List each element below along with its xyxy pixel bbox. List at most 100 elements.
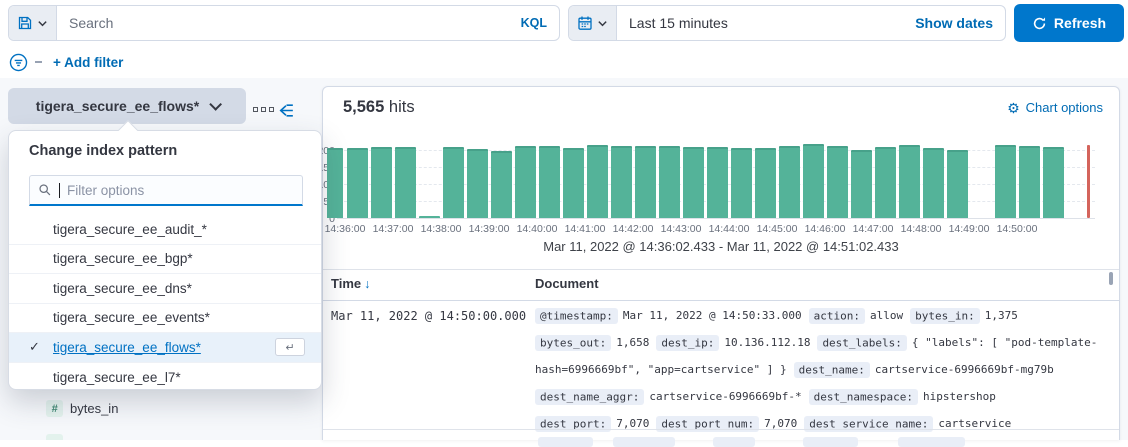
kql-badge[interactable]: KQL xyxy=(509,6,559,40)
histogram-bar[interactable] xyxy=(731,148,752,218)
field-value: hipstershop xyxy=(923,390,996,403)
field-value: 10.136.112.18 xyxy=(724,336,810,349)
histogram-bar[interactable] xyxy=(851,150,872,218)
index-pattern-popover: Change index pattern Filter options tige… xyxy=(8,130,322,390)
histogram-bar[interactable] xyxy=(443,147,464,218)
x-axis-label: 14:44:00 xyxy=(703,223,755,235)
x-axis-label: 14:36:00 xyxy=(319,223,371,235)
histogram-bar[interactable] xyxy=(755,148,776,218)
histogram-bar[interactable] xyxy=(875,147,896,218)
search-input[interactable]: Search xyxy=(57,6,509,40)
chevron-down-icon xyxy=(209,98,222,111)
histogram-bar[interactable] xyxy=(995,145,1016,218)
hits-label: hits xyxy=(389,98,415,116)
histogram-bar[interactable] xyxy=(491,151,512,218)
index-pattern-selector[interactable]: tigera_secure_ee_flows* xyxy=(8,88,246,124)
field-name-badge: dest_ip: xyxy=(656,335,719,351)
column-header-document: Document xyxy=(535,276,599,291)
index-pattern-option-label: tigera_secure_ee_dns* xyxy=(53,281,192,296)
index-pattern-option-label: tigera_secure_ee_l7* xyxy=(53,370,181,385)
column-header-time[interactable]: Time↓ xyxy=(331,276,370,291)
show-dates-link[interactable]: Show dates xyxy=(903,6,1005,40)
histogram-bar[interactable] xyxy=(827,146,848,218)
histogram-bar[interactable] xyxy=(779,146,800,218)
field-name-badge xyxy=(803,437,858,447)
histogram-bar[interactable] xyxy=(1019,146,1040,218)
chevron-down-icon xyxy=(597,18,608,29)
chart-options-label: Chart options xyxy=(1026,100,1103,115)
histogram-bar[interactable] xyxy=(419,216,440,218)
row-time-cell: Mar 11, 2022 @ 14:50:00.000 xyxy=(331,309,526,323)
index-pattern-filter-input[interactable]: Filter options xyxy=(29,175,303,206)
field-name-badge: @timestamp: xyxy=(535,308,618,324)
time-range-value[interactable]: Last 15 minutes xyxy=(617,6,903,40)
collapse-sidebar-icon[interactable] xyxy=(277,101,296,120)
document-line: dest_name_aggr:cartservice-6996669bf-*de… xyxy=(535,390,1003,403)
histogram-bar[interactable] xyxy=(683,147,704,218)
x-axis-label: 14:37:00 xyxy=(367,223,419,235)
field-value: { "labels": [ "pod-template- xyxy=(912,336,1097,349)
field-name-badge: dest_name: xyxy=(794,362,870,378)
hits-value: 5,565 xyxy=(343,98,384,116)
field-name-badge: dest_labels: xyxy=(817,335,906,351)
histogram-bar[interactable] xyxy=(467,149,488,218)
histogram-bar[interactable] xyxy=(539,146,560,218)
histogram-bar[interactable] xyxy=(371,147,392,218)
x-axis-label: 14:40:00 xyxy=(511,223,563,235)
histogram-bar[interactable] xyxy=(347,148,368,218)
field-value: 1,658 xyxy=(616,336,649,349)
field-name-badge: bytes_out: xyxy=(535,335,611,351)
time-range-end-marker xyxy=(1087,145,1090,218)
x-axis-label: 14:46:00 xyxy=(799,223,851,235)
save-query-button[interactable] xyxy=(9,6,57,40)
time-range-caption: Mar 11, 2022 @ 14:36:02.433 - Mar 11, 20… xyxy=(323,239,1119,254)
x-axis-label: 14:45:00 xyxy=(751,223,803,235)
sidebar-field-bytes-in[interactable]: # bytes_in xyxy=(46,400,118,417)
index-pattern-option-label: tigera_secure_ee_events* xyxy=(53,310,210,325)
filter-bar: + Add filter xyxy=(0,48,123,76)
histogram-bar[interactable] xyxy=(587,145,608,218)
histogram-bar[interactable] xyxy=(803,144,824,218)
field-filter-options-icon[interactable] xyxy=(253,107,274,112)
histogram-bar[interactable] xyxy=(635,146,656,218)
number-field-icon: # xyxy=(46,400,63,417)
histogram-bar[interactable] xyxy=(947,150,968,218)
index-pattern-option[interactable]: ✓tigera_secure_ee_flows*↵ xyxy=(9,333,321,363)
histogram-bar[interactable] xyxy=(899,145,920,218)
divider xyxy=(323,269,1119,270)
histogram-bar[interactable] xyxy=(563,148,584,218)
top-query-bar: Search KQL Last 15 minutes Show dates Re… xyxy=(0,0,1128,80)
sort-desc-icon: ↓ xyxy=(364,277,370,291)
popover-title: Change index pattern xyxy=(29,143,177,159)
index-pattern-option[interactable]: tigera_secure_ee_audit_* xyxy=(9,215,321,245)
histogram-bar[interactable] xyxy=(1043,147,1064,218)
index-pattern-option[interactable]: tigera_secure_ee_dns* xyxy=(9,274,321,304)
histogram-bar[interactable] xyxy=(659,146,680,218)
filter-bar-divider xyxy=(35,61,42,63)
histogram-bar[interactable] xyxy=(923,148,944,218)
field-name-badge xyxy=(713,437,755,447)
refresh-label: Refresh xyxy=(1054,15,1106,31)
index-pattern-option[interactable]: tigera_secure_ee_l7* xyxy=(9,363,321,393)
add-filter-link[interactable]: + Add filter xyxy=(53,55,123,70)
refresh-button[interactable]: Refresh xyxy=(1014,4,1124,42)
chart-options-button[interactable]: ⚙ Chart options xyxy=(1007,100,1103,115)
vertical-scrollbar[interactable] xyxy=(1109,272,1113,285)
divider xyxy=(323,429,1119,430)
field-name-badge: dest_namespace: xyxy=(809,389,918,405)
results-panel: 5,565 hits ⚙ Chart options 0501001502001… xyxy=(322,86,1120,440)
histogram-bar[interactable] xyxy=(611,146,632,218)
histogram-bar[interactable] xyxy=(515,146,536,218)
check-icon: ✓ xyxy=(29,339,45,355)
x-axis-label: 14:47:00 xyxy=(847,223,899,235)
date-picker: Last 15 minutes Show dates xyxy=(568,5,1006,41)
filter-icon[interactable] xyxy=(9,53,28,72)
index-pattern-label: tigera_secure_ee_flows* xyxy=(36,98,199,114)
histogram-bar[interactable] xyxy=(327,148,343,218)
date-quick-select-button[interactable] xyxy=(569,6,617,40)
index-pattern-option[interactable]: tigera_secure_ee_bgp* xyxy=(9,245,321,275)
document-line: @timestamp:Mar 11, 2022 @ 14:50:33.000ac… xyxy=(535,309,1025,322)
histogram-bar[interactable] xyxy=(395,147,416,218)
index-pattern-option[interactable]: tigera_secure_ee_events* xyxy=(9,304,321,334)
histogram-bar[interactable] xyxy=(707,147,728,218)
